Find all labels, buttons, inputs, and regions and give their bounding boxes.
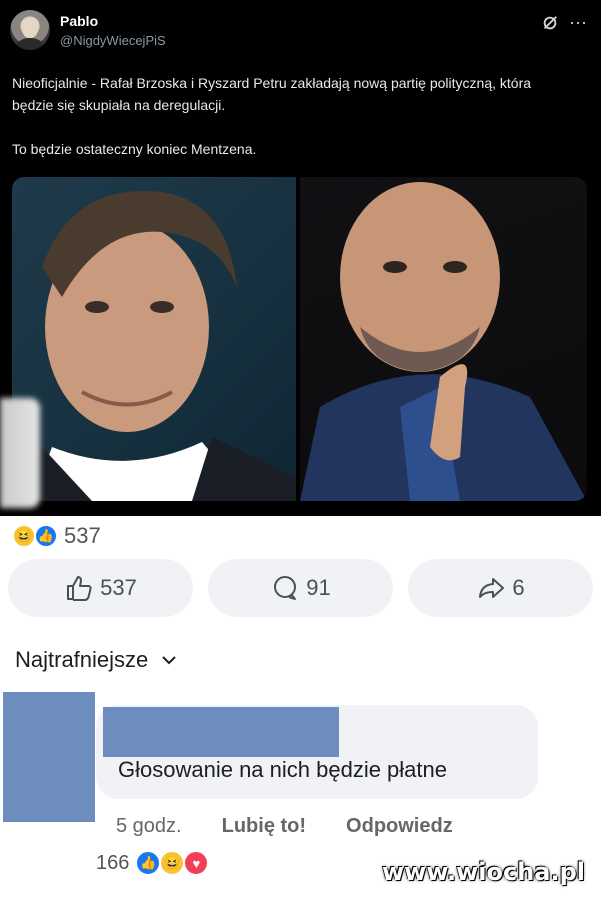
comment-like-link[interactable]: Lubię to! bbox=[222, 815, 306, 838]
tweet-photo-left bbox=[12, 177, 296, 501]
tweet-paragraph-2: To będzie ostateczny koniec Mentzena. bbox=[12, 141, 257, 157]
comment-meta: 5 godz. Lubię to! Odpowiedz bbox=[116, 815, 453, 838]
haha-reaction-icon: 😆 bbox=[12, 524, 36, 548]
comment-reactions[interactable]: 166 👍 😆 ♥ bbox=[96, 850, 210, 876]
share-count: 6 bbox=[512, 575, 525, 600]
tweet-paragraph-1: Nieoficjalnie - Rafał Brzoska i Ryszard … bbox=[12, 75, 532, 113]
tweet-handle: @NigdyWiecejPiS bbox=[60, 33, 166, 48]
tweet-text: Nieoficjalnie - Rafał Brzoska i Ryszard … bbox=[12, 72, 572, 182]
chevron-down-icon bbox=[162, 656, 176, 665]
like-button[interactable]: 537 bbox=[8, 559, 193, 617]
comment-text: Głosowanie na nich będzie płatne bbox=[118, 757, 448, 782]
comment-bubble-icon bbox=[274, 576, 297, 600]
share-button[interactable]: 6 bbox=[408, 559, 593, 617]
thumbs-up-icon bbox=[67, 576, 92, 601]
tweet-photo-right bbox=[300, 177, 587, 501]
more-options-icon: ··· bbox=[569, 12, 587, 32]
grok-icon bbox=[541, 14, 559, 32]
commenter-name-redacted[interactable] bbox=[103, 707, 339, 757]
haha-reaction-icon: 😆 bbox=[159, 850, 186, 876]
comment-sort-dropdown[interactable]: Najtrafniejsze bbox=[15, 647, 178, 673]
like-reaction-icon: 👍 bbox=[34, 524, 58, 548]
reaction-count: 537 bbox=[64, 523, 101, 548]
redacted-overlay bbox=[0, 398, 40, 508]
tweet-header-icons: ··· bbox=[541, 12, 587, 33]
comment-reply-link[interactable]: Odpowiedz bbox=[346, 815, 453, 838]
share-arrow-icon bbox=[479, 578, 505, 598]
watermark: www.wiocha.pl bbox=[381, 858, 585, 886]
commenter-avatar-redacted[interactable] bbox=[3, 692, 95, 822]
comment-timestamp[interactable]: 5 godz. bbox=[116, 815, 182, 838]
comment-reaction-count: 166 bbox=[96, 851, 130, 874]
like-count: 537 bbox=[100, 575, 137, 600]
comment-count: 91 bbox=[306, 575, 331, 600]
embedded-tweet-image: Pablo @NigdyWiecejPiS ··· Nieoficjalnie … bbox=[0, 0, 601, 516]
like-reaction-icon: 👍 bbox=[135, 850, 162, 876]
tweet-avatar bbox=[10, 10, 50, 50]
post-reactions-summary[interactable]: 😆 👍 537 bbox=[12, 523, 101, 549]
comment-sort-label: Najtrafniejsze bbox=[15, 647, 149, 672]
love-reaction-icon: ♥ bbox=[183, 850, 210, 876]
comment-button[interactable]: 91 bbox=[208, 559, 393, 617]
tweet-display-name: Pablo bbox=[60, 13, 99, 29]
